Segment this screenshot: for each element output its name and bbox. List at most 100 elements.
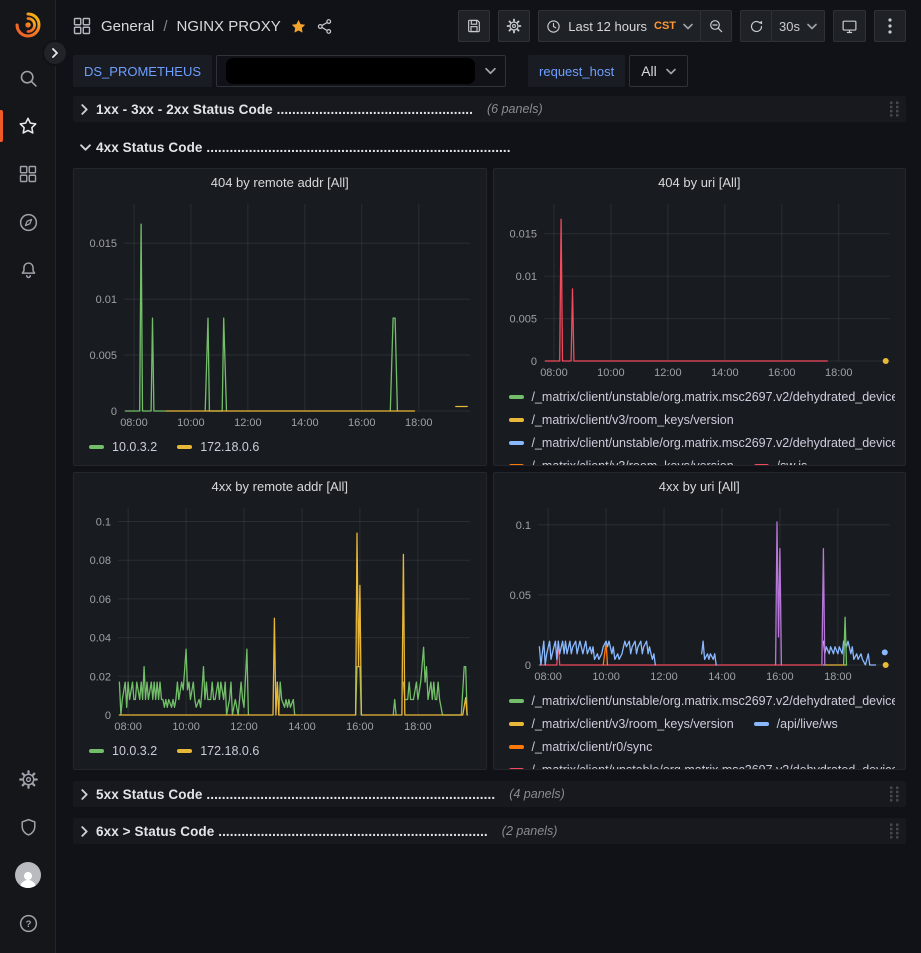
- sidebar-item-admin[interactable]: [0, 803, 56, 851]
- chevron-down-icon: [807, 23, 817, 30]
- svg-text:16:00: 16:00: [346, 721, 374, 733]
- dashboard-more-menu-button[interactable]: [874, 10, 906, 42]
- legend-item[interactable]: 172.18.0.6: [177, 435, 259, 458]
- svg-text:08:00: 08:00: [114, 721, 142, 733]
- dashboards-grid-icon: [18, 164, 38, 184]
- svg-text:16:00: 16:00: [766, 671, 794, 683]
- row-header-1xx-3xx-2xx[interactable]: 1xx - 3xx - 2xx Status Code ............…: [73, 96, 906, 122]
- svg-text:12:00: 12:00: [650, 671, 678, 683]
- row-drag-handle[interactable]: [890, 102, 899, 117]
- legend-item[interactable]: /sw.js: [754, 454, 808, 465]
- dashboard-settings-button[interactable]: [498, 10, 530, 42]
- legend-item[interactable]: /_matrix/client/unstable/org.matrix.msc2…: [509, 689, 896, 712]
- datasource-variable-label[interactable]: DS_PROMETHEUS: [73, 55, 212, 87]
- legend-swatch: [509, 722, 524, 726]
- refresh-button[interactable]: [740, 10, 772, 42]
- legend-swatch: [177, 445, 192, 449]
- legend-item[interactable]: /_matrix/client/unstable/org.matrix.msc2…: [509, 385, 896, 408]
- timeseries-chart[interactable]: 00.020.040.060.080.108:0010:0012:0014:00…: [82, 500, 480, 736]
- sidebar-item-dashboards[interactable]: [0, 150, 56, 198]
- svg-text:0: 0: [524, 660, 530, 672]
- panel-legend: /_matrix/client/unstable/org.matrix.msc2…: [502, 382, 898, 465]
- sidebar-item-help[interactable]: ?: [0, 899, 56, 947]
- sidebar-item-starred[interactable]: [0, 102, 56, 150]
- timeseries-chart[interactable]: 00.050.108:0010:0012:0014:0016:0018:00: [502, 500, 900, 686]
- row-header-4xx[interactable]: 4xx Status Code ........................…: [73, 134, 906, 160]
- legend-item[interactable]: /_matrix/client/v3/room_keys/version: [509, 454, 734, 465]
- kebab-menu-icon: [888, 18, 892, 34]
- timeseries-chart[interactable]: 00.0050.010.01508:0010:0012:0014:0016:00…: [82, 196, 480, 432]
- favorite-star-icon[interactable]: [290, 18, 307, 35]
- legend-label: 10.0.3.2: [112, 744, 157, 758]
- svg-text:12:00: 12:00: [654, 367, 682, 379]
- svg-text:12:00: 12:00: [230, 721, 258, 733]
- panel-title[interactable]: 404 by remote addr [All]: [82, 169, 478, 196]
- sidebar-item-settings[interactable]: [0, 755, 56, 803]
- svg-text:08:00: 08:00: [534, 671, 562, 683]
- svg-text:14:00: 14:00: [288, 721, 316, 733]
- datasource-variable-dropdown[interactable]: [216, 55, 506, 87]
- legend-item[interactable]: /_matrix/client/r0/sync: [509, 735, 653, 758]
- svg-text:0: 0: [530, 356, 536, 368]
- panel-title[interactable]: 4xx by remote addr [All]: [82, 473, 478, 500]
- breadcrumb-dashboard-title[interactable]: NGINX PROXY: [177, 18, 281, 35]
- svg-text:12:00: 12:00: [234, 417, 262, 429]
- refresh-icon: [749, 19, 764, 34]
- panel-title[interactable]: 404 by uri [All]: [502, 169, 898, 196]
- svg-text:0.015: 0.015: [89, 238, 117, 250]
- grafana-logo-icon: [14, 11, 42, 39]
- sidebar-item-explore[interactable]: [0, 198, 56, 246]
- row-panel-count: (4 panels): [509, 787, 565, 801]
- legend-item[interactable]: /_matrix/client/v3/room_keys/version: [509, 712, 734, 735]
- refresh-interval-picker[interactable]: 30s: [771, 10, 825, 42]
- legend-item[interactable]: 10.0.3.2: [89, 739, 157, 762]
- legend-item[interactable]: /_matrix/client/unstable/org.matrix.msc2…: [509, 758, 896, 769]
- search-icon: [18, 68, 39, 89]
- row-header-6xx[interactable]: 6xx > Status Code ......................…: [73, 818, 906, 844]
- legend-item[interactable]: /_matrix/client/unstable/org.matrix.msc2…: [509, 431, 896, 454]
- row-panel-count: (2 panels): [502, 824, 558, 838]
- row-drag-handle[interactable]: [890, 824, 899, 839]
- svg-text:?: ?: [25, 919, 31, 930]
- avatar: [15, 862, 41, 888]
- row-drag-handle[interactable]: [890, 787, 899, 802]
- gear-icon: [18, 769, 39, 790]
- svg-text:14:00: 14:00: [708, 671, 736, 683]
- svg-text:08:00: 08:00: [540, 367, 568, 379]
- panel-legend: 10.0.3.2 172.18.0.6: [82, 432, 478, 465]
- legend-swatch: [509, 745, 524, 749]
- breadcrumb-separator: /: [163, 18, 167, 35]
- svg-text:0.06: 0.06: [90, 594, 111, 606]
- legend-label: /_matrix/client/unstable/org.matrix.msc2…: [532, 694, 896, 708]
- breadcrumb: General / NGINX PROXY: [72, 16, 333, 36]
- breadcrumb-section[interactable]: General: [101, 18, 154, 35]
- row-header-5xx[interactable]: 5xx Status Code ........................…: [73, 781, 906, 807]
- legend-swatch: [509, 418, 524, 422]
- save-dashboard-button[interactable]: [458, 10, 490, 42]
- share-icon[interactable]: [316, 18, 333, 35]
- legend-swatch: [177, 749, 192, 753]
- sidebar-expand-toggle[interactable]: [42, 40, 68, 66]
- legend-item[interactable]: 10.0.3.2: [89, 435, 157, 458]
- legend-swatch: [509, 464, 524, 466]
- legend-item[interactable]: 172.18.0.6: [177, 739, 259, 762]
- timeseries-chart[interactable]: 00.0050.010.01508:0010:0012:0014:0016:00…: [502, 196, 900, 382]
- svg-text:10:00: 10:00: [172, 721, 200, 733]
- svg-text:14:00: 14:00: [291, 417, 319, 429]
- legend-item[interactable]: /api/live/ws: [754, 712, 838, 735]
- request-host-variable-label[interactable]: request_host: [528, 55, 625, 87]
- dashboard-grid: 1xx - 3xx - 2xx Status Code ............…: [56, 90, 921, 844]
- sidebar-item-alerting[interactable]: [0, 246, 56, 294]
- chevron-down-icon: [80, 143, 96, 152]
- legend-swatch: [509, 768, 524, 770]
- grafana-logo[interactable]: [0, 11, 56, 41]
- kiosk-mode-button[interactable]: [833, 10, 866, 42]
- legend-swatch: [509, 699, 524, 703]
- time-range-picker[interactable]: Last 12 hours CST: [538, 10, 701, 42]
- legend-item[interactable]: /_matrix/client/v3/room_keys/version: [509, 408, 734, 431]
- request-host-variable-dropdown[interactable]: All: [629, 55, 688, 87]
- zoom-out-time-button[interactable]: [700, 10, 732, 42]
- legend-label: /_matrix/client/r0/sync: [532, 740, 653, 754]
- sidebar-item-profile[interactable]: [0, 851, 56, 899]
- panel-title[interactable]: 4xx by uri [All]: [502, 473, 898, 500]
